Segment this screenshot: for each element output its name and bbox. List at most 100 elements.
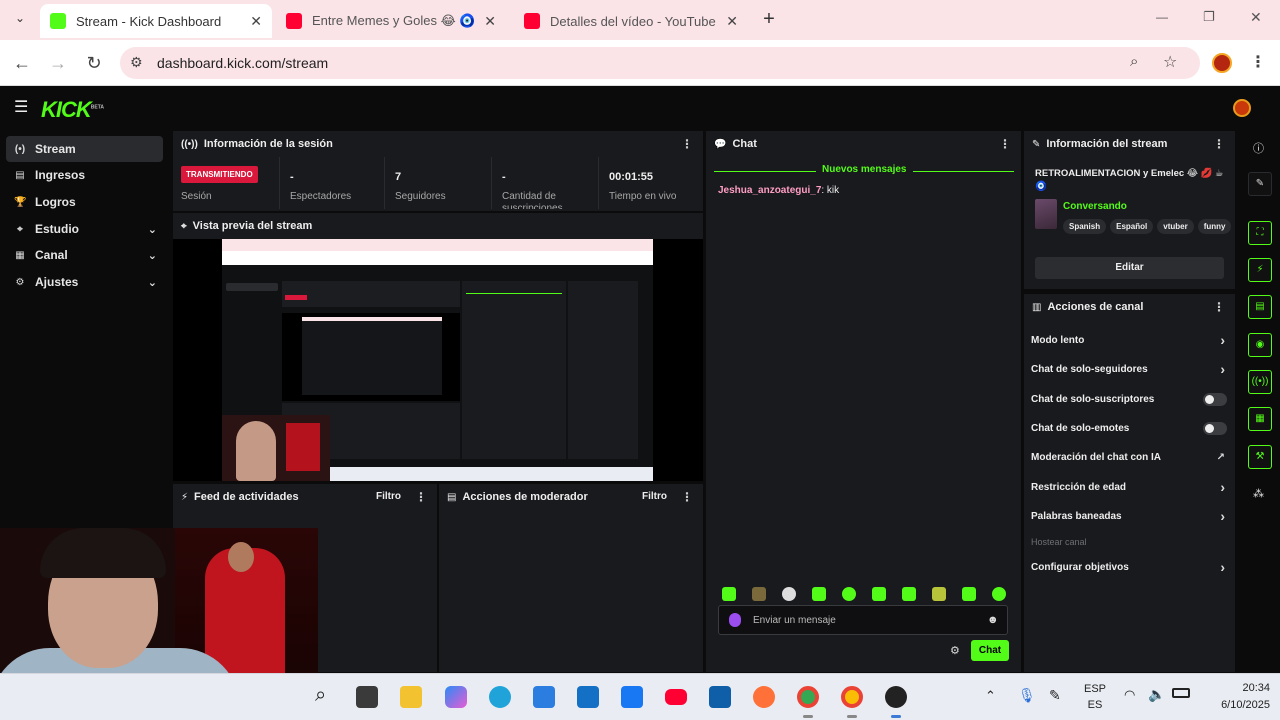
address-bar[interactable]: ⚙ dashboard.kick.com/stream ⌕ ☆	[120, 47, 1200, 79]
more-options-icon[interactable]: ⋮	[1213, 300, 1225, 314]
edit-pencil-icon[interactable]: ✎	[1248, 172, 1272, 196]
task-view-icon[interactable]	[356, 686, 378, 708]
store-icon[interactable]	[533, 686, 555, 708]
emoji-picker-icon[interactable]: ☻	[987, 614, 999, 626]
emote-icon[interactable]	[872, 587, 886, 601]
facebook-icon[interactable]	[621, 686, 643, 708]
outlook-classic-icon[interactable]	[709, 686, 731, 708]
action-subscribers-only-chat[interactable]: Chat de solo-suscriptores	[1031, 389, 1229, 409]
emote-icon[interactable]	[842, 587, 856, 601]
forward-arrow-icon[interactable]: →	[46, 51, 70, 75]
send-chat-button[interactable]: Chat	[971, 640, 1009, 661]
emote-icon[interactable]	[782, 587, 796, 601]
file-explorer-icon[interactable]	[400, 686, 422, 708]
youtube-icon[interactable]	[665, 689, 687, 705]
volume-icon[interactable]: 🔈	[1148, 686, 1165, 703]
obs-icon[interactable]	[885, 686, 907, 708]
close-tab-icon[interactable]: ✕	[484, 13, 496, 30]
action-age-restriction[interactable]: Restricción de edad ›	[1031, 477, 1229, 497]
action-slow-mode[interactable]: Modo lento ›	[1031, 330, 1229, 350]
action-banned-words[interactable]: Palabras baneadas ›	[1031, 506, 1229, 526]
minimize-button[interactable]: —	[1156, 10, 1168, 24]
sidebar-item-estudio[interactable]: ⌖ Estudio ⌄	[6, 216, 163, 242]
emote-icon[interactable]	[962, 587, 976, 601]
lightning-icon[interactable]: ⚡	[1248, 258, 1272, 282]
maximize-button[interactable]: ❐	[1203, 9, 1215, 25]
tag-funny[interactable]: funny	[1197, 219, 1232, 234]
more-options-icon[interactable]: ⋮	[1213, 137, 1225, 151]
new-tab-button[interactable]: +	[758, 8, 780, 30]
chat-username[interactable]: Jeshua_anzoategui_7	[718, 185, 821, 196]
notes-icon[interactable]: ▤	[1248, 295, 1272, 319]
filter-button[interactable]: Filtro	[642, 491, 667, 502]
outlook-icon[interactable]	[577, 686, 599, 708]
tab-kick-dashboard[interactable]: Stream - Kick Dashboard ✕	[40, 4, 272, 38]
tab-youtube-studio[interactable]: Detalles del vídeo - YouTube St ✕	[514, 4, 748, 38]
chrome-profile-icon[interactable]	[797, 686, 819, 708]
wifi-icon[interactable]: ◠	[1124, 687, 1135, 703]
emote-icon[interactable]	[812, 587, 826, 601]
close-tab-icon[interactable]: ✕	[250, 13, 262, 30]
tray-overflow-chevron-icon[interactable]: ⌃	[985, 688, 996, 704]
layout-icon[interactable]: ▦	[1248, 407, 1272, 431]
more-options-icon[interactable]: ⋮	[681, 137, 693, 151]
search-icon[interactable]: ⌕	[315, 684, 326, 707]
tag-espanol[interactable]: Español	[1110, 219, 1154, 234]
copilot-icon[interactable]	[445, 686, 467, 708]
kick-logo[interactable]: KICKBETA	[41, 97, 104, 123]
more-options-icon[interactable]: ⋮	[415, 490, 427, 504]
sidebar-item-stream[interactable]: (•) Stream	[6, 136, 163, 162]
bookmark-star-icon[interactable]: ☆	[1163, 52, 1177, 72]
category-name[interactable]: Conversando	[1063, 201, 1127, 212]
sidebar-item-ajustes[interactable]: ⚙ Ajustes ⌄	[6, 269, 163, 295]
action-followers-only-chat[interactable]: Chat de solo-seguidores ›	[1031, 359, 1229, 379]
integrations-icon[interactable]: ⁂	[1253, 487, 1264, 500]
clip-icon[interactable]: ⛶	[1248, 221, 1272, 245]
action-configure-goals[interactable]: Configurar objetivos ›	[1031, 557, 1229, 577]
hamburger-menu-icon[interactable]: ☰	[14, 97, 28, 117]
subscribers-only-toggle[interactable]	[1203, 393, 1227, 406]
chat-settings-gear-icon[interactable]: ⚙	[950, 644, 960, 657]
sidebar-item-logros[interactable]: 🏆 Logros	[6, 189, 163, 215]
microphone-tray-icon[interactable]: 🎙	[1018, 687, 1036, 704]
clock-time[interactable]: 20:34	[1200, 682, 1270, 694]
language-indicator[interactable]: ESP	[1082, 683, 1108, 695]
close-window-button[interactable]: ✕	[1250, 9, 1262, 26]
profile-avatar[interactable]	[1212, 53, 1232, 73]
emote-icon[interactable]	[992, 587, 1006, 601]
region-indicator[interactable]: ES	[1082, 699, 1108, 711]
edit-stream-button[interactable]: Editar	[1035, 257, 1224, 279]
clock-date[interactable]: 6/10/2025	[1196, 699, 1270, 711]
battery-icon[interactable]	[1172, 688, 1190, 698]
action-ai-moderation[interactable]: Moderación del chat con IA ↗	[1031, 447, 1229, 467]
user-avatar[interactable]	[1233, 99, 1251, 117]
emote-icon[interactable]	[722, 587, 736, 601]
tag-spanish[interactable]: Spanish	[1063, 219, 1107, 234]
emote-icon[interactable]	[902, 587, 916, 601]
more-options-icon[interactable]: ⋮	[999, 137, 1011, 151]
microphone-icon[interactable]	[729, 613, 741, 627]
browser-menu-icon[interactable]: ⋮	[1250, 52, 1266, 72]
pen-tray-icon[interactable]: ✎	[1049, 687, 1061, 704]
filter-button[interactable]: Filtro	[376, 491, 401, 502]
zoom-icon[interactable]: ⌕	[1130, 53, 1138, 70]
back-arrow-icon[interactable]: ←	[10, 51, 34, 75]
stream-preview-video[interactable]	[173, 239, 703, 481]
info-icon[interactable]: ⓘ	[1253, 140, 1264, 156]
broadcast-icon[interactable]: ((•))	[1248, 370, 1272, 394]
tag-vtuber[interactable]: vtuber	[1157, 219, 1194, 234]
sidebar-item-canal[interactable]: ▦ Canal ⌄	[6, 242, 163, 268]
chrome-icon[interactable]	[841, 686, 863, 708]
reload-icon[interactable]: ↻	[82, 51, 106, 75]
action-emotes-only-chat[interactable]: Chat de solo-emotes	[1031, 418, 1229, 438]
tab-youtube-video[interactable]: Entre Memes y Goles 😂 🧿 - Y ✕	[276, 4, 506, 38]
close-tab-icon[interactable]: ✕	[726, 13, 738, 30]
firefox-icon[interactable]	[753, 686, 775, 708]
tab-list-chevron-icon[interactable]: ⌄	[10, 11, 30, 31]
emote-icon[interactable]	[932, 587, 946, 601]
more-options-icon[interactable]: ⋮	[681, 490, 693, 504]
site-settings-icon[interactable]: ⚙	[130, 54, 143, 71]
sidebar-item-ingresos[interactable]: ▤ Ingresos	[6, 162, 163, 188]
emotes-only-toggle[interactable]	[1203, 422, 1227, 435]
chat-bubble-icon[interactable]: ◉	[1248, 333, 1272, 357]
